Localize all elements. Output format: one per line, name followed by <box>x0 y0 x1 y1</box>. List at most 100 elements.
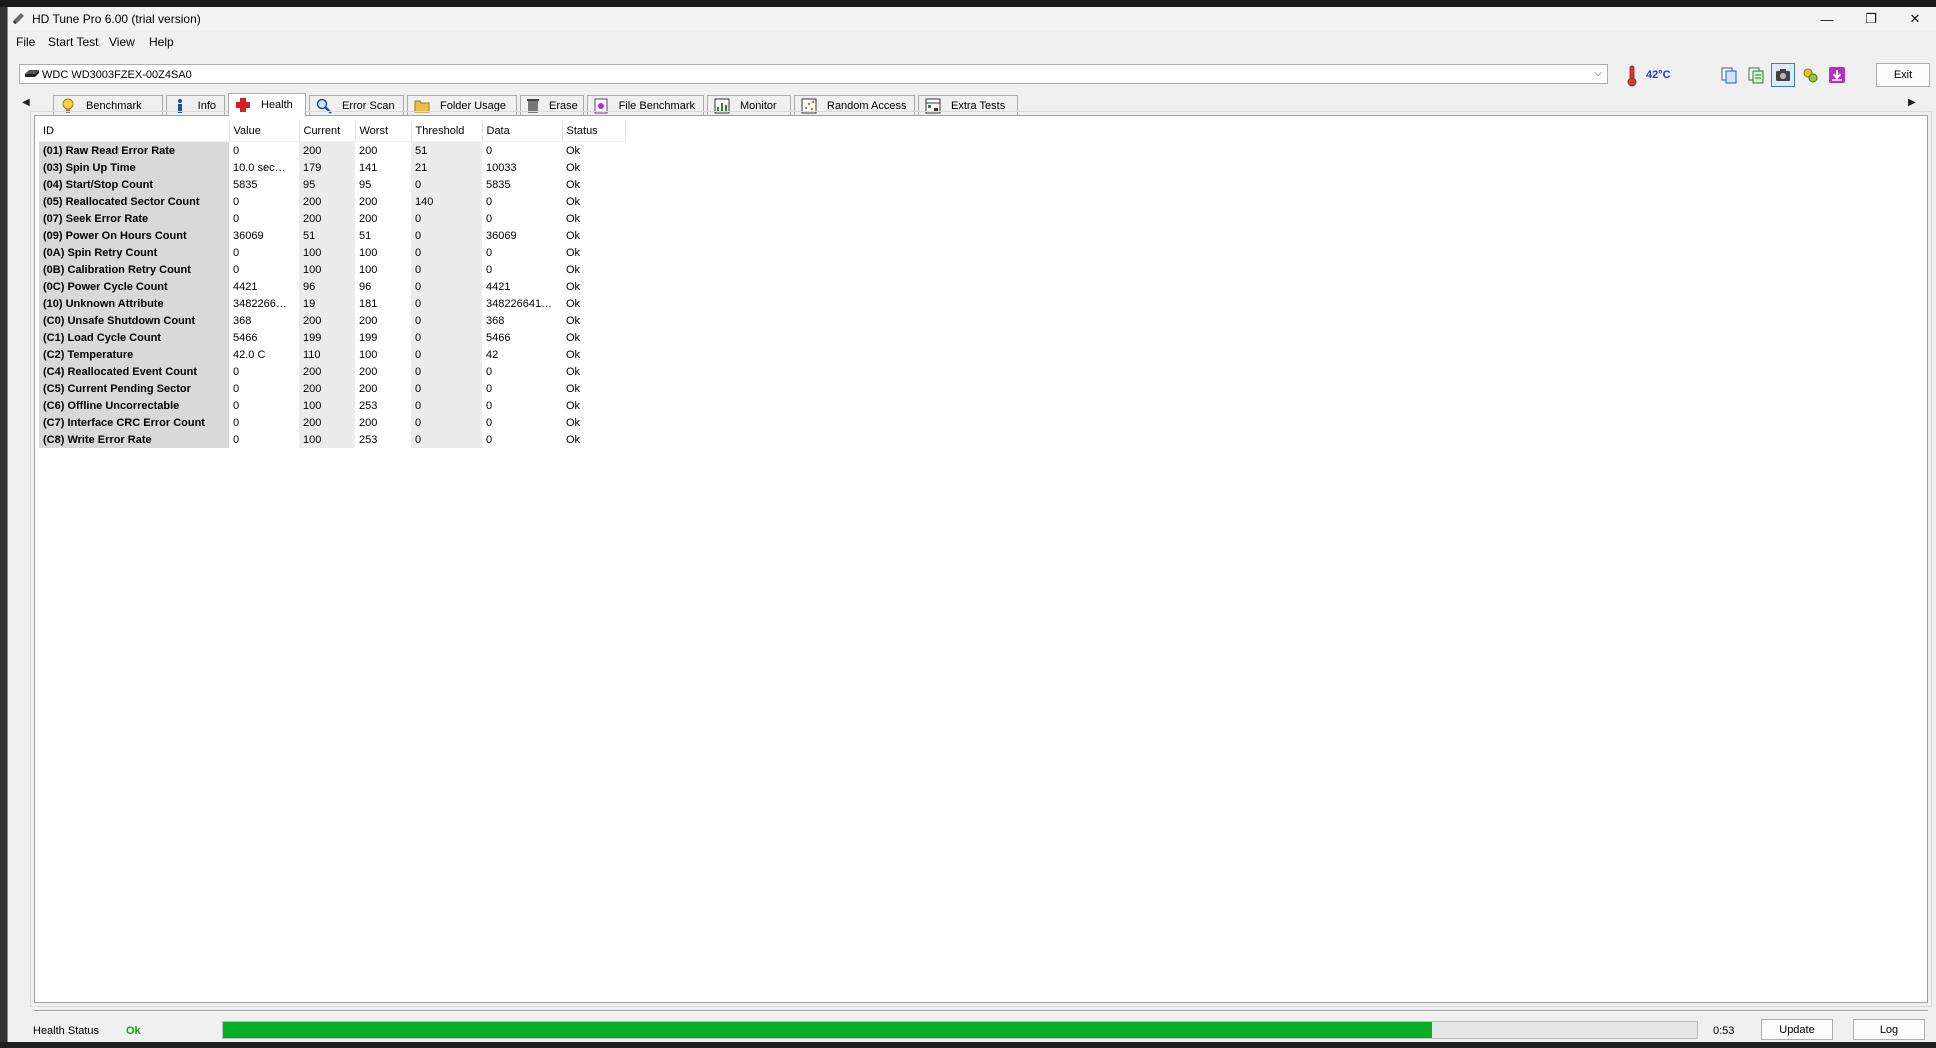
screen-top-edge <box>0 0 1936 7</box>
cell-data: 348226641… <box>486 297 553 310</box>
cell-value: 0 <box>233 246 240 259</box>
table-row[interactable]: (0A) Spin Retry Count 0 100 100 0 0 Ok <box>39 244 625 261</box>
cell-data: 0 <box>486 399 493 412</box>
column-header-worst[interactable]: Worst <box>355 121 412 142</box>
cell-status: Ok <box>566 144 581 157</box>
table-row[interactable]: (C7) Interface CRC Error Count 0 200 200 0 0 O… <box>39 414 625 431</box>
cell-data: 0 <box>486 246 493 259</box>
cell-current: 200 <box>299 414 355 431</box>
cell-value: 0 <box>233 144 240 157</box>
cell-current: 200 <box>299 141 355 159</box>
smart-attributes-table[interactable]: ID Value Current Worst Threshold Data St… <box>39 121 626 448</box>
cell-threshold: 21 <box>411 159 482 176</box>
cell-data: 36069 <box>486 229 517 242</box>
table-row[interactable]: (07) Seek Error Rate 0 200 200 0 0 Ok <box>39 210 625 227</box>
table-row[interactable]: (C0) Unsafe Shutdown Count 368 200 200 0 368 O… <box>39 312 625 329</box>
table-row[interactable]: (C8) Write Error Rate 0 100 253 0 0 Ok <box>39 431 625 448</box>
cell-attribute-id: (0B) Calibration Retry Count <box>39 261 229 278</box>
table-row[interactable]: (09) Power On Hours Count 36069 51 51 0 36069… <box>39 227 625 244</box>
cell-status: Ok <box>566 212 581 225</box>
cell-current: 100 <box>299 431 355 448</box>
cell-current: 100 <box>299 261 355 278</box>
cell-status: Ok <box>566 178 581 191</box>
health-panel: ID Value Current Worst Threshold Data St… <box>34 115 1928 1003</box>
cell-worst: 199 <box>359 331 378 344</box>
restore-button[interactable]: ❐ <box>1849 7 1893 31</box>
cell-threshold: 0 <box>411 414 482 431</box>
column-header-status[interactable]: Status <box>562 121 626 142</box>
cell-threshold: 0 <box>411 431 482 448</box>
column-header-current[interactable]: Current <box>299 121 356 142</box>
table-row[interactable]: (C6) Offline Uncorrectable 0 100 253 0 0 Ok <box>39 397 625 414</box>
column-header-value[interactable]: Value <box>229 121 300 142</box>
tab-scroll-left-icon[interactable]: ◀ <box>22 97 30 108</box>
cell-attribute-id: (C6) Offline Uncorrectable <box>39 397 229 414</box>
cell-data: 0 <box>486 144 493 157</box>
menu-view[interactable]: View <box>109 35 135 49</box>
tab-label: Error Scan <box>342 99 395 112</box>
cell-worst: 200 <box>359 416 378 429</box>
tab-scroll-right-icon[interactable]: ▶ <box>1908 97 1916 108</box>
cell-status: Ok <box>566 433 581 446</box>
cell-data: 5835 <box>486 178 511 191</box>
copy-text-button[interactable] <box>1744 63 1768 87</box>
table-row[interactable]: (0C) Power Cycle Count 4421 96 96 0 4421 Ok <box>39 278 625 295</box>
cell-threshold: 0 <box>411 278 482 295</box>
drive-select[interactable]: WDC WD3003FZEX-00Z4SA0 ⌵ <box>19 64 1608 84</box>
table-row[interactable]: (01) Raw Read Error Rate 0 200 200 51 0 Ok <box>39 141 625 159</box>
tab-health[interactable]: Health <box>228 93 306 116</box>
tab-label: Folder Usage <box>440 99 507 112</box>
table-row[interactable]: (03) Spin Up Time 10.0 sec… 179 141 21 10033 O… <box>39 159 625 176</box>
cell-data: 0 <box>486 212 493 225</box>
tab-label: Monitor <box>740 99 777 112</box>
cell-current: 95 <box>299 176 355 193</box>
log-button[interactable]: Log <box>1853 1019 1925 1040</box>
cell-status: Ok <box>566 229 581 242</box>
minimize-button[interactable]: — <box>1805 7 1849 31</box>
screen-left-edge <box>0 7 7 1048</box>
update-button[interactable]: Update <box>1761 1019 1833 1040</box>
column-header-id[interactable]: ID <box>39 121 230 142</box>
menu-help[interactable]: Help <box>149 35 174 49</box>
cell-worst: 100 <box>359 246 378 259</box>
cell-threshold: 0 <box>411 363 482 380</box>
drive-name: WDC WD3003FZEX-00Z4SA0 <box>42 69 192 81</box>
table-row[interactable]: (10) Unknown Attribute 3482266… 19 181 0 3482… <box>39 295 625 312</box>
cell-current: 96 <box>299 278 355 295</box>
tab-label: File Benchmark <box>618 99 695 112</box>
copy-info-button[interactable] <box>1717 63 1741 87</box>
cell-data: 42 <box>486 348 499 361</box>
cell-attribute-id: (C1) Load Cycle Count <box>39 329 229 346</box>
menu-start-test[interactable]: Start Test <box>48 35 98 49</box>
app-window: HD Tune Pro 6.00 (trial version) — ❐ ✕ F… <box>7 7 1936 1042</box>
exit-button[interactable]: Exit <box>1876 63 1930 87</box>
cell-value: 0 <box>233 195 240 208</box>
cell-value: 0 <box>233 382 240 395</box>
cell-value: 5466 <box>233 331 258 344</box>
screenshot-button[interactable] <box>1771 63 1795 87</box>
save-icon <box>1829 67 1845 83</box>
cell-threshold: 0 <box>411 346 482 363</box>
table-row[interactable]: (0B) Calibration Retry Count 0 100 100 0 0 Ok <box>39 261 625 278</box>
table-row[interactable]: (C1) Load Cycle Count 5466 199 199 0 5466 Ok <box>39 329 625 346</box>
table-row[interactable]: (05) Reallocated Sector Count 0 200 200 140 0… <box>39 193 625 210</box>
health-status-value: Ok <box>126 1025 141 1037</box>
cell-worst: 100 <box>359 263 378 276</box>
screen-bottom-edge <box>0 1042 1936 1048</box>
menu-file[interactable]: File <box>16 35 35 49</box>
close-button[interactable]: ✕ <box>1893 7 1936 31</box>
table-row[interactable]: (C4) Reallocated Event Count 0 200 200 0 0 Ok <box>39 363 625 380</box>
cell-worst: 141 <box>359 161 378 174</box>
column-header-data[interactable]: Data <box>482 121 563 142</box>
options-icon <box>1803 68 1818 83</box>
chevron-down-icon: ⌵ <box>1594 68 1602 79</box>
cell-attribute-id: (C5) Current Pending Sector <box>39 380 229 397</box>
table-row[interactable]: (04) Start/Stop Count 5835 95 95 0 5835 Ok <box>39 176 625 193</box>
save-button[interactable] <box>1825 63 1849 87</box>
table-row[interactable]: (C5) Current Pending Sector 0 200 200 0 0 Ok <box>39 380 625 397</box>
table-row[interactable]: (C2) Temperature 42.0 C 110 100 0 42 Ok <box>39 346 625 363</box>
cell-status: Ok <box>566 365 581 378</box>
cell-status: Ok <box>566 246 581 259</box>
column-header-threshold[interactable]: Threshold <box>411 121 483 142</box>
options-button[interactable] <box>1798 63 1822 87</box>
